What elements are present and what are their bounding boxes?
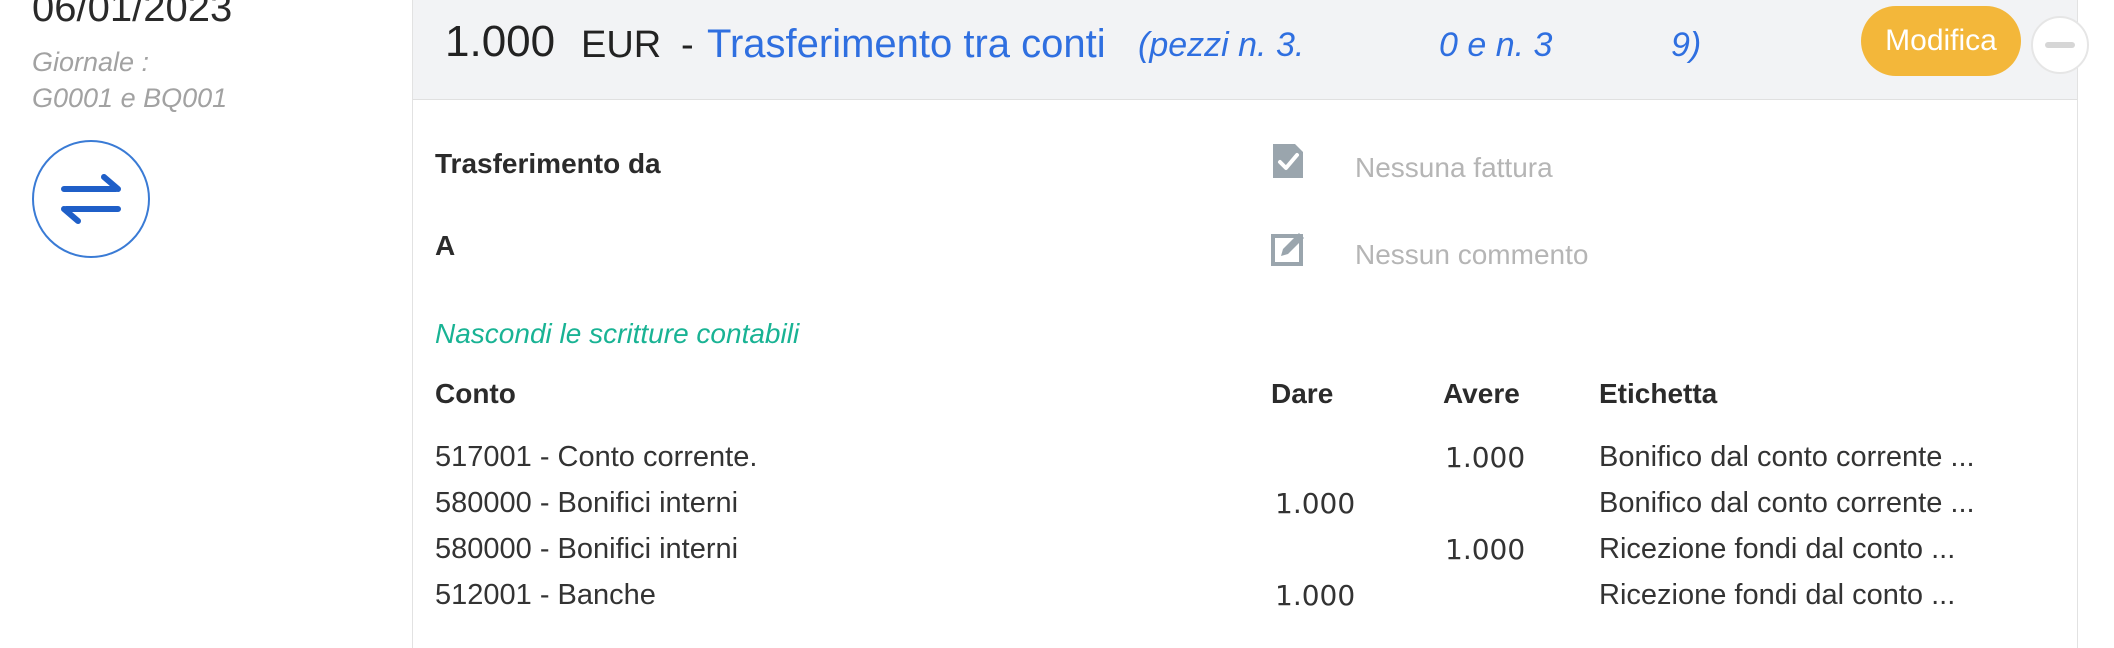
col-account-header: Conto — [435, 378, 516, 409]
row-label: Ricezione fondi dal conto ... — [1599, 533, 1956, 565]
transfer-arrows-icon — [32, 140, 150, 258]
transfer-arrows-svg — [61, 174, 121, 224]
table-row: 512001 - Banche 1.000 Ricezione fondi da… — [413, 579, 2077, 625]
minus-icon — [2045, 42, 2075, 48]
table-row: 580000 - Bonifici interni 1.000 Bonifico… — [413, 487, 2077, 533]
entry-header: 1.000 EUR - Trasferimento tra conti (pez… — [413, 0, 2089, 100]
row-credit: 1.000 — [1445, 441, 1526, 474]
toggle-entries-link[interactable]: Nascondi le scritture contabili — [435, 318, 799, 350]
row-account: 580000 - Bonifici interni — [435, 487, 739, 519]
transfer-to-label: A — [435, 230, 456, 261]
comment-edit-icon — [1271, 233, 1304, 266]
journal-entry-view: 06/01/2023 Giornale : G0001 e BQ001 1.00… — [0, 0, 2114, 648]
edit-button[interactable]: Modifica — [1861, 6, 2021, 76]
col-label-header: Etichetta — [1599, 378, 1718, 409]
entry-currency: EUR — [581, 24, 662, 66]
entry-title-link[interactable]: Trasferimento tra conti — [707, 18, 1106, 70]
entry-date: 06/01/2023 — [32, 0, 233, 30]
entry-amount: 1.000 — [445, 17, 556, 66]
pieces-link-part3[interactable]: 9) — [1671, 22, 1701, 68]
row-credit: 1.000 — [1445, 533, 1526, 566]
collapse-button[interactable] — [2031, 16, 2089, 74]
row-label: Ricezione fondi dal conto ... — [1599, 579, 1956, 611]
row-label: Bonifico dal conto corrente ... — [1599, 487, 1975, 519]
row-account: 580000 - Bonifici interni — [435, 533, 739, 565]
pieces-link-part2[interactable]: 0 e n. 3 — [1439, 22, 1552, 68]
row-debit: 1.000 — [1275, 579, 1356, 612]
row-account: 517001 - Conto corrente. — [435, 441, 758, 473]
row-account: 512001 - Banche — [435, 579, 656, 611]
row-label: Bonifico dal conto corrente ... — [1599, 441, 1975, 473]
invoice-status[interactable]: Nessuna fattura — [1355, 152, 1553, 184]
entry-card: 1.000 EUR - Trasferimento tra conti (pez… — [412, 0, 2089, 648]
journal-info: Giornale : G0001 e BQ001 — [32, 44, 227, 116]
table-row: 517001 - Conto corrente. 1.000 Bonifico … — [413, 441, 2077, 487]
table-row: 580000 - Bonifici interni 1.000 Ricezion… — [413, 533, 2077, 579]
journal-label: Giornale : — [32, 47, 150, 77]
header-separator: - — [681, 24, 694, 66]
journal-codes: G0001 e BQ001 — [32, 83, 228, 113]
comment-status[interactable]: Nessun commento — [1355, 239, 1588, 271]
row-debit: 1.000 — [1275, 487, 1356, 520]
invoice-check-icon — [1273, 144, 1303, 178]
transfer-from-label: Trasferimento da — [435, 148, 661, 179]
pieces-link-part1[interactable]: (pezzi n. 3. — [1138, 22, 1304, 68]
col-debit-header: Dare — [1271, 378, 1334, 409]
col-credit-header: Avere — [1443, 378, 1520, 409]
